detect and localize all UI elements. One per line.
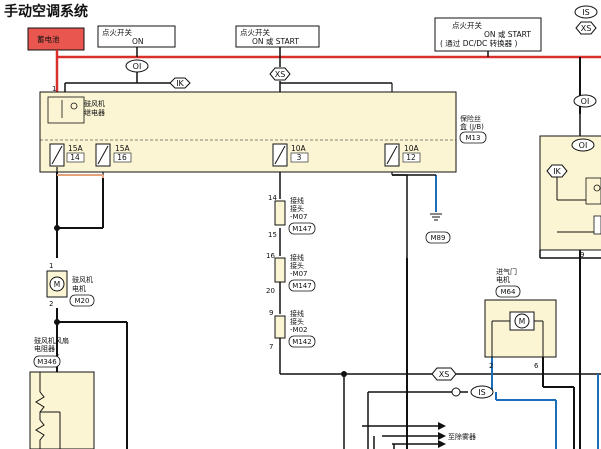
- svg-text:XS: XS: [581, 24, 592, 33]
- defogger-ref: 至除雾器: [438, 422, 476, 448]
- svg-text:15A: 15A: [115, 144, 131, 153]
- svg-text:14: 14: [70, 153, 80, 162]
- svg-text:2: 2: [49, 300, 53, 308]
- svg-text:1: 1: [49, 262, 53, 270]
- intake-door-motor: 进气门 电机 M64 M 2 6: [484, 267, 557, 370]
- tag-oi-right: OI: [573, 94, 597, 108]
- svg-text:3: 3: [297, 153, 302, 162]
- svg-text:接头: 接头: [290, 261, 304, 270]
- svg-text:OI: OI: [581, 97, 590, 106]
- svg-text:M147: M147: [292, 282, 311, 290]
- svg-text:9: 9: [580, 251, 584, 259]
- ignition-on-box: 点火开关 ON: [97, 25, 176, 48]
- svg-text:接线: 接线: [290, 253, 304, 262]
- legend-is: IS: [574, 5, 598, 19]
- svg-text:M20: M20: [75, 297, 90, 305]
- svg-text:蓄电池: 蓄电池: [37, 34, 60, 44]
- svg-text:OI: OI: [133, 62, 142, 71]
- svg-text:IK: IK: [176, 79, 184, 88]
- svg-text:OI: OI: [579, 141, 588, 150]
- svg-text:6: 6: [534, 362, 539, 370]
- svg-text:M: M: [519, 317, 525, 326]
- svg-text:20: 20: [266, 287, 275, 295]
- svg-text:10A: 10A: [404, 144, 420, 153]
- motor-symbol: M: [54, 280, 60, 289]
- ignition-dcdc-box: 点火开关 ON 或 START ( 通过 DC/DC 转换器 ): [434, 17, 542, 52]
- jb-label-2: 盒 (J/B): [460, 122, 484, 131]
- svg-text:XS: XS: [275, 70, 286, 79]
- svg-text:点火开关: 点火开关: [240, 27, 270, 37]
- svg-text:接线: 接线: [290, 196, 304, 205]
- svg-text:XS: XS: [439, 370, 450, 379]
- svg-text:16: 16: [117, 153, 127, 162]
- relay-label-1: 鼓风机: [84, 99, 105, 108]
- ground-connector: M89: [431, 234, 446, 242]
- svg-text:M346: M346: [37, 358, 57, 366]
- tag-ik: IK: [169, 77, 191, 89]
- svg-text:电阻器: 电阻器: [34, 344, 55, 353]
- joint-connector-3: 9 7 接线 接头 -M02 M142: [269, 309, 316, 351]
- wiring-diagram-stage: 手动空调系统 IS XS 蓄电池 点火开关 ON 点火开关 ON 或 START…: [0, 0, 601, 449]
- svg-text:电机: 电机: [496, 275, 510, 284]
- svg-text:ON 或 START: ON 或 START: [484, 29, 531, 39]
- joint-connector-1: 14 15 接线 接头 -M07 M147: [268, 194, 316, 239]
- svg-text:点火开关: 点火开关: [452, 20, 482, 30]
- svg-text:( 通过 DC/DC 转换器 ): ( 通过 DC/DC 转换器 ): [440, 38, 518, 48]
- svg-text:接头: 接头: [290, 317, 304, 326]
- svg-text:16: 16: [266, 252, 275, 260]
- svg-text:点火开关: 点火开关: [102, 27, 132, 37]
- svg-text:接头: 接头: [290, 204, 304, 213]
- diagram-title: 手动空调系统: [4, 3, 88, 20]
- svg-text:-M07: -M07: [290, 213, 307, 221]
- svg-text:15A: 15A: [68, 144, 84, 153]
- jb-label-1: 保险丝: [460, 114, 481, 123]
- svg-text:IS: IS: [478, 388, 485, 397]
- ground-symbol: M89: [425, 213, 451, 244]
- tag-xs-top: XS: [269, 67, 291, 81]
- legend-xs: XS: [575, 21, 597, 35]
- svg-text:-M02: -M02: [290, 326, 307, 334]
- svg-text:15: 15: [268, 231, 277, 239]
- ignition-on-start-box: 点火开关 ON 或 START: [235, 25, 320, 48]
- junction-dots: [54, 225, 347, 377]
- svg-text:进气门: 进气门: [496, 267, 517, 276]
- right-module: OI IK 9: [539, 135, 601, 259]
- blower-motor: M 1 2 鼓风机 电机 M20: [46, 262, 95, 308]
- tag-oi-left: OI: [125, 59, 149, 73]
- svg-text:M142: M142: [292, 338, 311, 346]
- svg-text:M64: M64: [501, 288, 516, 296]
- svg-text:2: 2: [489, 362, 493, 370]
- blower-resistor: 鼓风机风扇 电阻器 * M346: [29, 336, 95, 449]
- joint-connector-2: 16 20 接线 接头 -M07 M147: [266, 252, 316, 295]
- svg-text:ON: ON: [132, 37, 144, 46]
- svg-text:电机: 电机: [72, 284, 86, 293]
- wiring-diagram: 手动空调系统 IS XS 蓄电池 点火开关 ON 点火开关 ON 或 START…: [4, 3, 601, 449]
- wire-splice-dot: [451, 387, 461, 397]
- battery-box: 蓄电池: [27, 27, 85, 51]
- jb-connector: M13: [466, 134, 481, 142]
- svg-text:-M07: -M07: [290, 270, 307, 278]
- relay-label-2: 继电器: [84, 108, 105, 117]
- svg-text:接线: 接线: [290, 309, 304, 318]
- svg-text:10A: 10A: [291, 144, 307, 153]
- svg-text:M147: M147: [292, 225, 311, 233]
- svg-text:9: 9: [269, 309, 273, 317]
- svg-text:IS: IS: [582, 8, 589, 17]
- svg-text:IK: IK: [553, 167, 561, 176]
- svg-text:鼓风机风扇: 鼓风机风扇: [34, 336, 69, 345]
- svg-text:7: 7: [269, 343, 273, 351]
- svg-text:12: 12: [406, 153, 416, 162]
- relay-pin-label: 1: [52, 85, 56, 93]
- svg-text:至除雾器: 至除雾器: [448, 432, 476, 441]
- tag-xs-bottom: XS: [431, 367, 457, 381]
- tag-is-bottom: IS: [470, 385, 494, 399]
- svg-text:14: 14: [268, 194, 277, 202]
- svg-text:ON 或 START: ON 或 START: [252, 36, 299, 46]
- svg-text:鼓风机: 鼓风机: [72, 275, 93, 284]
